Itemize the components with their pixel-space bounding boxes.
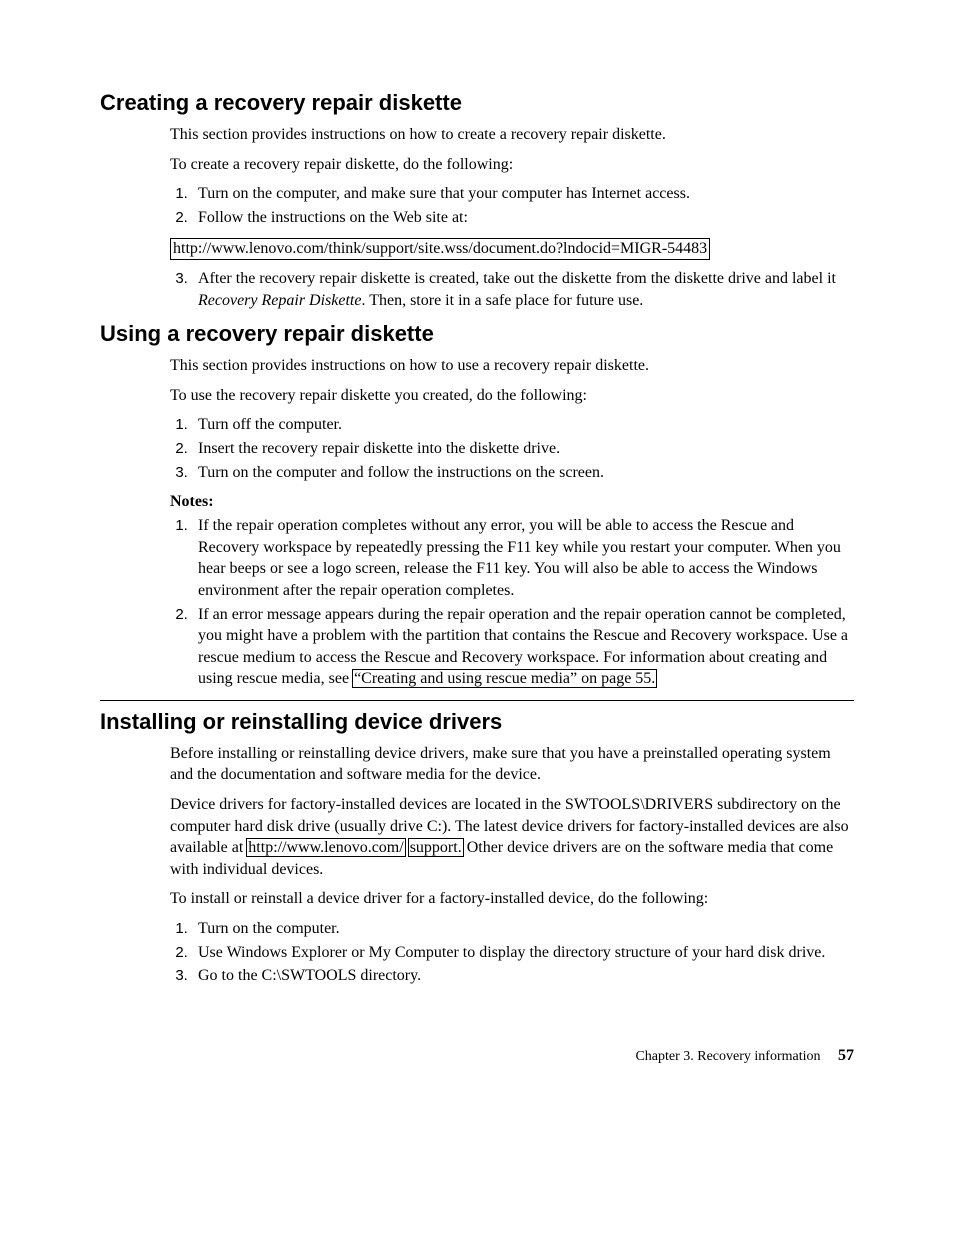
footer-chapter: Chapter 3. Recovery information bbox=[635, 1049, 820, 1064]
section1-steps-list-cont: After the recovery repair diskette is cr… bbox=[170, 268, 854, 311]
section2-steps-list: Turn off the computer. Insert the recove… bbox=[170, 414, 854, 483]
list-item: Follow the instructions on the Web site … bbox=[192, 207, 854, 229]
list-item: If the repair operation completes withou… bbox=[192, 515, 854, 601]
list-item: Turn off the computer. bbox=[192, 414, 854, 436]
section2-intro: This section provides instructions on ho… bbox=[170, 355, 854, 377]
section2-body: This section provides instructions on ho… bbox=[170, 355, 854, 690]
section1-steps-list: Turn on the computer, and make sure that… bbox=[170, 183, 854, 228]
section3-steps-list: Turn on the computer. Use Windows Explor… bbox=[170, 918, 854, 987]
list-item: Use Windows Explorer or My Computer to d… bbox=[192, 942, 854, 964]
section2-lead: To use the recovery repair diskette you … bbox=[170, 385, 854, 407]
section1-body: This section provides instructions on ho… bbox=[170, 124, 854, 311]
section3-p1: Before installing or reinstalling device… bbox=[170, 743, 854, 786]
page-footer: Chapter 3. Recovery information 57 bbox=[100, 1047, 854, 1065]
lenovo-support-link-2b[interactable]: support. bbox=[409, 839, 463, 856]
list-item: Insert the recovery repair diskette into… bbox=[192, 438, 854, 460]
heading-using-recovery-diskette: Using a recovery repair diskette bbox=[100, 321, 854, 347]
rescue-media-xref-link[interactable]: “Creating and using rescue media” on pag… bbox=[353, 670, 656, 687]
list-item: Go to the C:\SWTOOLS directory. bbox=[192, 965, 854, 987]
lenovo-support-link[interactable]: http://www.lenovo.com/think/support/site… bbox=[170, 238, 710, 259]
section1-url-line: http://www.lenovo.com/think/support/site… bbox=[170, 238, 854, 260]
list-item: Turn on the computer. bbox=[192, 918, 854, 940]
step3-italic: Recovery Repair Diskette bbox=[198, 292, 361, 309]
section3-p2: Device drivers for factory-installed dev… bbox=[170, 794, 854, 880]
section3-body: Before installing or reinstalling device… bbox=[170, 743, 854, 987]
section2-notes-list: If the repair operation completes withou… bbox=[170, 515, 854, 690]
footer-page-number: 57 bbox=[838, 1047, 854, 1064]
lenovo-support-link-2a[interactable]: http://www.lenovo.com/ bbox=[247, 839, 404, 856]
notes-label: Notes: bbox=[170, 493, 854, 511]
document-page: Creating a recovery repair diskette This… bbox=[0, 0, 954, 1125]
list-item: After the recovery repair diskette is cr… bbox=[192, 268, 854, 311]
section1-lead: To create a recovery repair diskette, do… bbox=[170, 154, 854, 176]
section-divider bbox=[100, 700, 854, 701]
step3-pre: After the recovery repair diskette is cr… bbox=[198, 270, 836, 287]
list-item: Turn on the computer, and make sure that… bbox=[192, 183, 854, 205]
list-item: Turn on the computer and follow the inst… bbox=[192, 462, 854, 484]
step3-post: . Then, store it in a safe place for fut… bbox=[361, 292, 643, 309]
heading-creating-recovery-diskette: Creating a recovery repair diskette bbox=[100, 90, 854, 116]
heading-installing-device-drivers: Installing or reinstalling device driver… bbox=[100, 709, 854, 735]
section3-lead: To install or reinstall a device driver … bbox=[170, 888, 854, 910]
list-item: If an error message appears during the r… bbox=[192, 604, 854, 690]
section1-intro: This section provides instructions on ho… bbox=[170, 124, 854, 146]
